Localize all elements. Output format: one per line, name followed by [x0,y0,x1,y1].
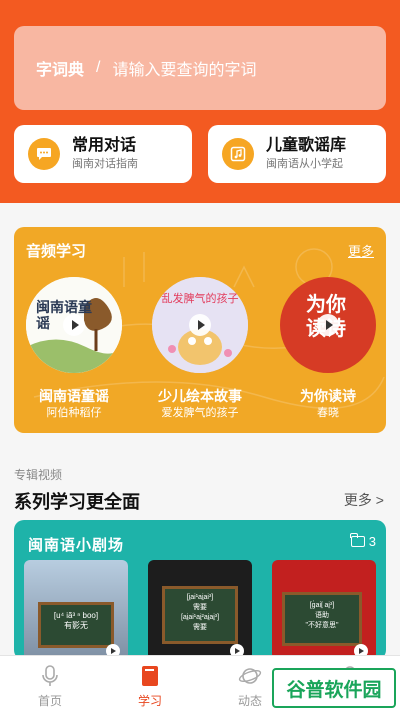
quick-link-title: 常用对话 [72,137,137,154]
board-line: "不好意思" [305,622,339,629]
planet-icon [238,664,262,688]
search-separator: / [96,59,101,76]
audio-item-label: 闽南语童谣 阿伯种稻仔 [14,387,134,421]
chalkboard: [ɡ̍aiǐ̠ ai̠³] 语助 "不好意思" [282,592,362,646]
audio-section-title: 音频学习 [26,243,87,260]
audio-item-subtitle: 春晓 [317,407,339,419]
video-thumbnail[interactable]: [u⁴ iã³ ⁿ boo] 有影无 [24,560,128,660]
search-placeholder: 请输入要查询的字词 [112,62,257,79]
watermark-logo: 谷普软件园 [272,668,396,708]
board-line: 有影无 [64,621,88,630]
folder-count-value: 3 [368,534,376,549]
chat-bubble-icon [28,138,60,170]
nav-item-study[interactable]: 学习 [120,664,180,709]
music-note-icon [222,138,254,170]
quick-link-songs[interactable]: 儿童歌谣库 闽南语从小学起 [208,125,386,183]
audio-item-label: 为你读诗 春晓 [268,387,386,421]
video-thumbnail[interactable]: [i̠ai¹ai̠ai³] 需要 [ai̠ai¹ai̠²ai̠ai̠³] 需要 [148,560,252,660]
audio-item-title: 少儿绘本故事 [158,388,242,404]
nav-label: 学习 [137,694,162,708]
quick-link-title: 儿童歌谣库 [266,137,347,154]
play-icon[interactable] [317,314,339,336]
section-label: 专辑视频 [14,468,63,482]
board-line: 语助 [315,612,329,619]
audio-learning-card: 音频学习 更多 闽南语童谣 闽南语童谣 阿伯种稻仔 乱发脾气的孩子 少儿绘本故事… [14,227,386,433]
board-line: 需要 [193,604,207,611]
quick-link-subtitle: 闽南对话指南 [72,158,138,170]
album-cover-nursery-rhymes[interactable]: 闽南语童谣 [26,277,122,373]
search-keyword: 字词典 [36,62,85,79]
quick-link-conversation[interactable]: 常用对话 闽南对话指南 [14,125,192,183]
album-cover-poetry[interactable]: 为你读诗 [280,277,376,373]
album-cover-picture-book[interactable]: 乱发脾气的孩子 [152,277,248,373]
audio-more-link[interactable]: 更多 [348,241,374,260]
series-card-title: 闽南语小剧场 [28,537,125,554]
board-line: [u⁴ iã³ ⁿ boo] [53,611,99,620]
search-bar[interactable]: 字词典 / 请输入要查询的字词 [14,26,386,110]
album-cover-title: 乱发脾气的孩子 [161,293,239,305]
chalkboard: [u⁴ iã³ ⁿ boo] 有影无 [38,602,114,648]
series-card[interactable]: 闽南语小剧场 3 [u⁴ iã³ ⁿ boo] 有影无 [i̠ai¹ai̠ai³… [14,520,386,660]
audio-item-subtitle: 阿伯种稻仔 [46,407,102,419]
board-line: [ɡ̍aiǐ̠ ai̠³] [309,602,335,609]
nav-label: 首页 [37,694,62,708]
play-icon[interactable] [63,314,85,336]
microphone-icon [38,664,62,688]
chalkboard: [i̠ai¹ai̠ai³] 需要 [ai̠ai¹ai̠²ai̠ai̠³] 需要 [162,586,238,644]
board-line: [ai̠ai¹ai̠²ai̠ai̠³] [180,614,220,621]
nav-item-feed[interactable]: 动态 [220,664,280,709]
nav-label: 动态 [237,694,262,708]
quick-link-subtitle: 闽南语从小学起 [266,158,343,170]
book-icon [138,664,162,688]
folder-count[interactable]: 3 [350,533,376,549]
folder-icon [350,533,365,547]
audio-item-title: 闽南语童谣 [39,388,109,404]
audio-item-label: 少儿绘本故事 爱发脾气的孩子 [140,387,260,421]
board-line: [i̠ai¹ai̠ai³] [186,594,214,601]
audio-item-title: 为你读诗 [300,388,356,404]
audio-item-subtitle: 爱发脾气的孩子 [161,407,239,419]
section-heading: 系列学习更全面 [14,492,140,512]
series-more-link[interactable]: 更多 > [344,490,384,510]
board-line: 需要 [193,624,207,631]
video-thumbnail[interactable]: [ɡ̍aiǐ̠ ai̠³] 语助 "不好意思" [272,560,376,660]
nav-item-home[interactable]: 首页 [20,664,80,709]
play-icon[interactable] [189,314,211,336]
